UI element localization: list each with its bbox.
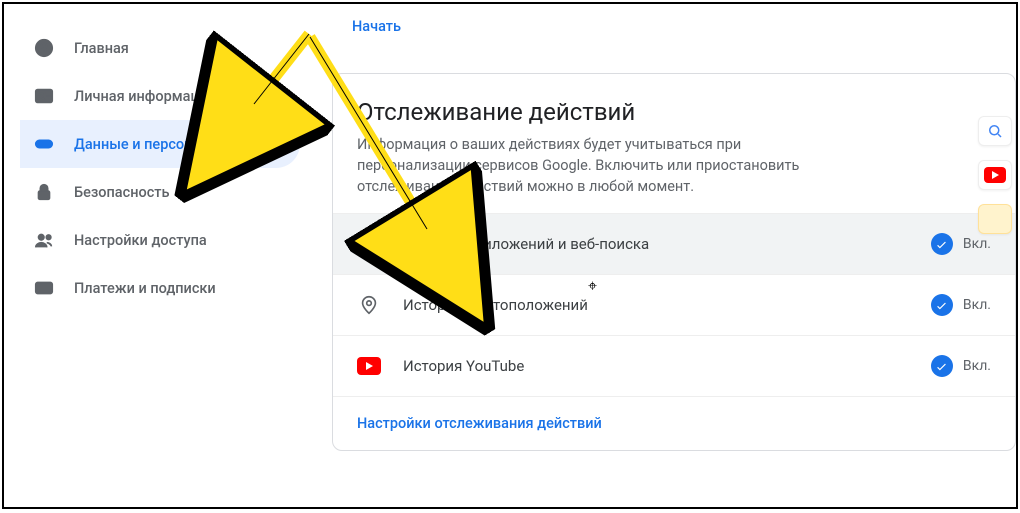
history-icon (357, 232, 381, 256)
sidebar: Главная Личная информация Данные и персо… (4, 4, 324, 507)
sidebar-item-personal-info[interactable]: Личная информация (20, 72, 300, 120)
main-content: Начать Отслеживание действий Информация … (324, 4, 1016, 507)
check-icon (931, 294, 953, 316)
row-status: Вкл. (931, 294, 991, 316)
row-label: История YouTube (403, 357, 931, 375)
row-location-history[interactable]: История местоположений Вкл. (333, 274, 1015, 335)
activity-tracking-card: Отслеживание действий Информация о ваших… (332, 73, 1016, 451)
start-link[interactable]: Начать (332, 4, 1016, 49)
sidebar-item-label: Безопасность (74, 184, 169, 201)
activity-settings-link[interactable]: Настройки отслеживания действий (333, 396, 1015, 450)
side-icon-search (978, 116, 1012, 146)
youtube-icon (357, 354, 381, 378)
location-pin-icon (357, 293, 381, 317)
card-title: Отслеживание действий (333, 98, 1015, 134)
sidebar-item-label: Настройки доступа (74, 232, 207, 249)
side-icon-misc (978, 204, 1012, 234)
sidebar-item-payments[interactable]: Платежи и подписки (20, 264, 300, 312)
row-status: Вкл. (931, 355, 991, 377)
card-description: Информация о ваших действиях будет учиты… (333, 134, 853, 213)
sidebar-item-label: Главная (74, 40, 129, 57)
row-label: История местоположений (403, 296, 931, 314)
sidebar-item-label: Платежи и подписки (74, 280, 216, 297)
credit-card-icon (32, 276, 56, 300)
sidebar-item-security[interactable]: Безопасность (20, 168, 300, 216)
row-app-web-history[interactable]: История приложений и веб-поиска Вкл. (333, 213, 1015, 274)
id-card-icon (32, 84, 56, 108)
side-icon-youtube (978, 160, 1012, 190)
status-text: Вкл. (963, 236, 991, 252)
sidebar-item-home[interactable]: Главная (20, 24, 300, 72)
people-icon (32, 228, 56, 252)
row-youtube-history[interactable]: История YouTube Вкл. (333, 335, 1015, 396)
status-text: Вкл. (963, 297, 991, 313)
user-circle-icon (32, 36, 56, 60)
toggle-icon (32, 132, 56, 156)
status-text: Вкл. (963, 358, 991, 374)
sidebar-item-label: Личная информация (74, 88, 216, 105)
row-label: История приложений и веб-поиска (403, 235, 931, 253)
check-icon (931, 233, 953, 255)
sidebar-item-label: Данные и персонализация (74, 136, 257, 153)
sidebar-item-data-personalization[interactable]: Данные и персонализация (20, 120, 300, 168)
lock-icon (32, 180, 56, 204)
row-status: Вкл. (931, 233, 991, 255)
side-icon-strip (978, 116, 1012, 234)
check-icon (931, 355, 953, 377)
sidebar-item-sharing[interactable]: Настройки доступа (20, 216, 300, 264)
